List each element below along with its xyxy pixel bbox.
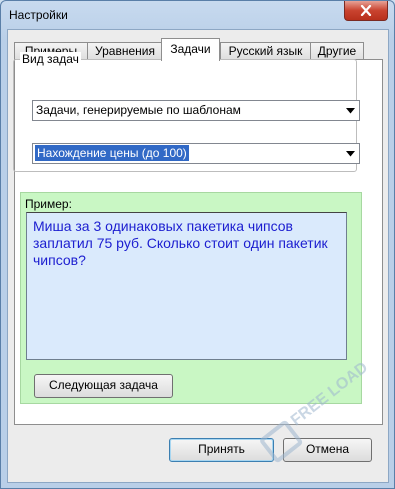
settings-window: Настройки Примеры Уравнения Задачи Русск… <box>0 0 395 489</box>
example-panel: Пример: Миша за 3 одинаковых пакетика чи… <box>20 192 362 404</box>
task-type-group-label: Вид задач <box>20 52 81 66</box>
task-kind-value: Задачи, генерируемые по шаблонам <box>36 103 241 117</box>
next-task-button[interactable]: Следующая задача <box>34 374 173 398</box>
accept-button[interactable]: Принять <box>169 438 274 462</box>
task-template-value: Нахождение цены (до 100) <box>35 145 189 161</box>
tab-tasks[interactable]: Задачи <box>161 38 220 61</box>
chevron-down-icon <box>346 107 355 113</box>
task-kind-dropdown[interactable]: Задачи, генерируемые по шаблонам <box>32 100 360 121</box>
example-text-box[interactable]: Миша за 3 одинаковых пакетика чипсов зап… <box>26 212 347 360</box>
dropdown-arrow-button[interactable] <box>342 101 359 120</box>
window-title: Настройки <box>9 8 68 22</box>
cancel-button[interactable]: Отмена <box>283 438 372 462</box>
example-label: Пример: <box>25 197 72 211</box>
tab-equations[interactable]: Уравнения <box>87 42 163 60</box>
dropdown-arrow-button[interactable] <box>342 144 359 163</box>
close-icon <box>360 5 372 16</box>
tab-other[interactable]: Другие <box>310 42 364 60</box>
task-template-dropdown[interactable]: Нахождение цены (до 100) <box>32 143 360 164</box>
tab-russian-language[interactable]: Русский язык <box>220 42 311 60</box>
title-bar[interactable]: Настройки <box>1 1 394 29</box>
close-button[interactable] <box>344 1 388 21</box>
chevron-down-icon <box>346 150 355 156</box>
